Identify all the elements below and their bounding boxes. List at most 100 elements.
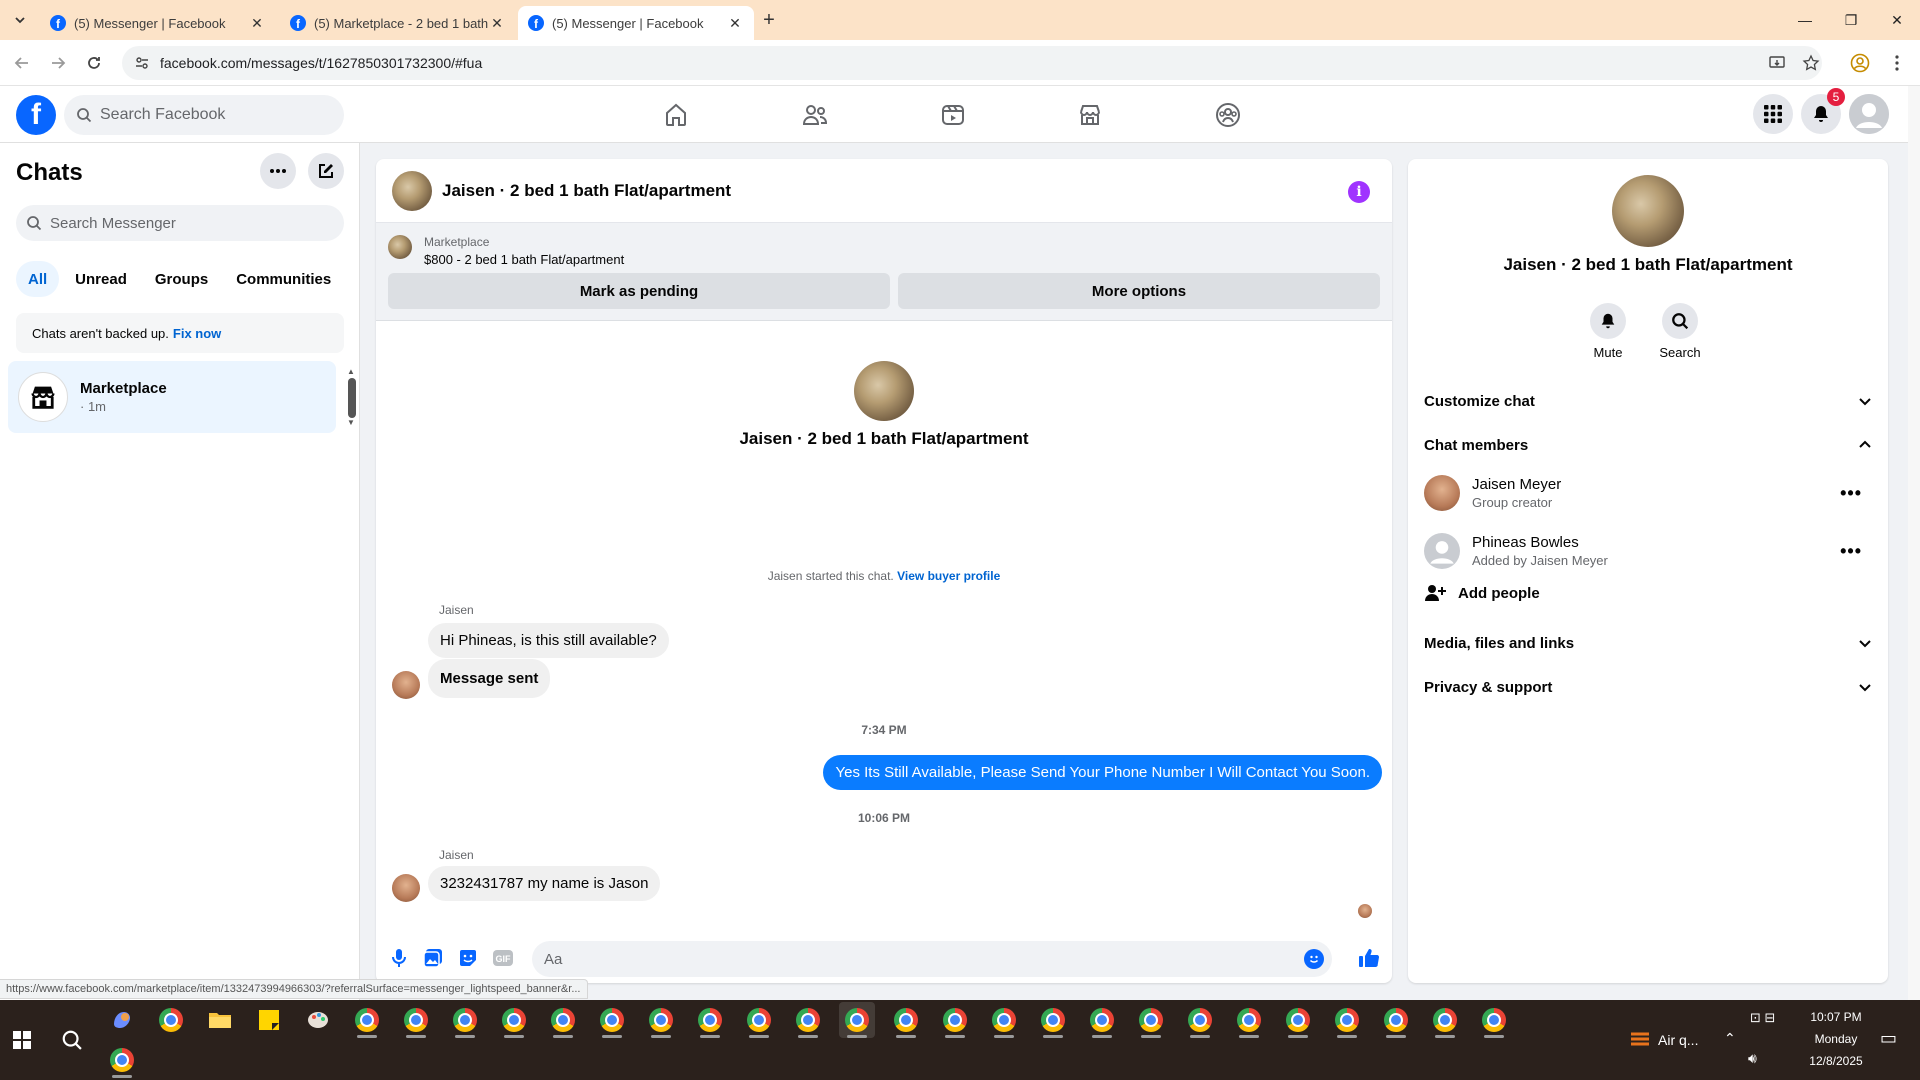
chrome-window-icon[interactable] (741, 1002, 777, 1038)
search-action[interactable]: Search (1650, 303, 1710, 360)
chrome-app-icon[interactable] (153, 1002, 189, 1038)
taskbar-search-button[interactable] (54, 1022, 90, 1058)
close-tab-icon[interactable]: ✕ (488, 14, 506, 32)
scroll-down-arrow[interactable]: ▼ (347, 418, 355, 427)
emoji-button[interactable] (1304, 949, 1324, 969)
weather-label[interactable]: Air q... (1658, 1032, 1698, 1048)
chrome-window-icon[interactable] (1182, 1002, 1218, 1038)
volume-icon[interactable]: 🔊︎ (1748, 1050, 1757, 1067)
browser-tab-3-active[interactable]: f (5) Messenger | Facebook ✕ (518, 6, 754, 40)
back-button[interactable] (10, 51, 34, 75)
nav-video[interactable] (938, 100, 968, 130)
member-options-icon[interactable]: ••• (1840, 541, 1872, 562)
outgoing-message[interactable]: Yes Its Still Available, Please Send You… (823, 755, 1382, 790)
member-item[interactable]: Phineas Bowles Added by Jaisen Meyer ••• (1424, 525, 1872, 577)
chat-members-section[interactable]: Chat members (1424, 425, 1872, 465)
close-tab-icon[interactable]: ✕ (726, 14, 744, 32)
attach-photo-button[interactable] (422, 947, 444, 969)
chrome-window-icon[interactable] (496, 1002, 532, 1038)
sticker-button[interactable] (457, 947, 479, 969)
nav-home[interactable] (661, 100, 691, 130)
notification-center-icon[interactable]: ▭ (1880, 1028, 1897, 1049)
account-avatar[interactable] (1849, 94, 1889, 134)
clock-day[interactable]: Monday (1796, 1032, 1876, 1046)
forward-button[interactable] (46, 51, 70, 75)
customize-chat-section[interactable]: Customize chat (1424, 381, 1872, 421)
chrome-window-icon[interactable] (1427, 1002, 1463, 1038)
notifications-button[interactable]: 5 (1801, 88, 1845, 134)
install-app-icon[interactable] (1766, 52, 1788, 74)
browser-menu-icon[interactable] (1886, 52, 1908, 74)
filter-all[interactable]: All (16, 261, 60, 297)
chrome-window-icon[interactable] (790, 1002, 826, 1038)
nav-friends[interactable] (800, 100, 830, 130)
nav-groups[interactable] (1213, 100, 1243, 130)
chrome-window-icon[interactable] (1035, 1002, 1071, 1038)
more-options-button[interactable]: More options (898, 273, 1380, 309)
privacy-support-section[interactable]: Privacy & support (1424, 667, 1872, 707)
add-people-button[interactable]: Add people (1424, 583, 1540, 603)
file-explorer-icon[interactable] (202, 1002, 238, 1038)
mute-action[interactable]: Mute (1578, 303, 1638, 360)
new-tab-button[interactable]: + (758, 9, 780, 31)
minimize-button[interactable]: — (1782, 0, 1828, 40)
copilot-icon[interactable] (104, 1002, 140, 1038)
sender-avatar[interactable] (392, 874, 420, 902)
fix-now-link[interactable]: Fix now (173, 326, 221, 341)
info-listing-photo[interactable] (1612, 175, 1684, 247)
address-bar[interactable]: facebook.com/messages/t/1627850301732300… (122, 46, 1822, 80)
browser-tab-2[interactable]: f (5) Marketplace - 2 bed 1 bath Flat ✕ (280, 6, 516, 40)
chrome-window-icon[interactable] (545, 1002, 581, 1038)
chat-item-marketplace[interactable]: Marketplace · 1m (8, 361, 336, 433)
clock-time[interactable]: 10:07 PM (1796, 1010, 1876, 1024)
conversation-title[interactable]: Jaisen · 2 bed 1 bath Flat/apartment (442, 181, 731, 201)
chrome-window-icon[interactable] (937, 1002, 973, 1038)
incoming-message[interactable]: Message sent (428, 659, 551, 698)
chrome-window-icon[interactable] (1133, 1002, 1169, 1038)
send-like-button[interactable] (1358, 947, 1380, 969)
chrome-window-icon[interactable] (986, 1002, 1022, 1038)
chrome-window-icon[interactable] (839, 1002, 875, 1038)
sticky-notes-icon[interactable] (251, 1002, 287, 1038)
weather-icon[interactable] (1628, 1030, 1652, 1053)
chrome-window-icon[interactable] (1378, 1002, 1414, 1038)
chrome-window-icon[interactable] (447, 1002, 483, 1038)
page-scrollbar[interactable] (1908, 86, 1920, 1000)
media-files-section[interactable]: Media, files and links (1424, 623, 1872, 663)
chrome-window-icon[interactable] (104, 1042, 140, 1078)
chrome-window-icon[interactable] (1476, 1002, 1512, 1038)
bookmark-star-icon[interactable] (1800, 52, 1822, 74)
browser-tab-1[interactable]: f (5) Messenger | Facebook ✕ (40, 6, 276, 40)
chrome-window-icon[interactable] (349, 1002, 385, 1038)
chrome-window-icon[interactable] (1084, 1002, 1120, 1038)
marketplace-banner[interactable]: Marketplace $800 - 2 bed 1 bath Flat/apa… (376, 223, 1392, 321)
chrome-window-icon[interactable] (1329, 1002, 1365, 1038)
sender-avatar[interactable] (392, 671, 420, 699)
listing-photo[interactable] (392, 170, 432, 211)
network-icon[interactable]: ⊡ ⊟ (1750, 1010, 1775, 1026)
reload-button[interactable] (82, 51, 106, 75)
conversation-info-icon[interactable]: i (1348, 181, 1370, 203)
chat-list-scrollbar[interactable] (348, 378, 356, 418)
chrome-window-icon[interactable] (594, 1002, 630, 1038)
profile-icon[interactable] (1849, 52, 1871, 74)
member-item[interactable]: Jaisen Meyer Group creator ••• (1424, 467, 1872, 519)
gif-button[interactable]: GIF (492, 947, 514, 969)
chrome-window-icon[interactable] (1231, 1002, 1267, 1038)
voice-clip-button[interactable] (388, 947, 410, 969)
incoming-message[interactable]: 3232431787 my name is Jason (428, 866, 661, 901)
chat-options-button[interactable] (260, 153, 296, 189)
filter-unread[interactable]: Unread (63, 261, 139, 297)
scroll-up-arrow[interactable]: ▲ (347, 367, 355, 376)
mark-as-pending-button[interactable]: Mark as pending (388, 273, 890, 309)
filter-communities[interactable]: Communities (224, 261, 343, 297)
close-tab-icon[interactable]: ✕ (248, 14, 266, 32)
tab-search-button[interactable] (8, 8, 32, 32)
restore-button[interactable]: ❐ (1828, 0, 1874, 40)
menu-button[interactable] (1753, 94, 1793, 134)
filter-groups[interactable]: Groups (143, 261, 220, 297)
nav-marketplace[interactable] (1075, 100, 1105, 130)
incoming-message[interactable]: Hi Phineas, is this still available? (428, 623, 669, 658)
view-buyer-profile-link[interactable]: View buyer profile (897, 569, 1000, 583)
messenger-search-input[interactable]: Search Messenger (16, 205, 344, 241)
